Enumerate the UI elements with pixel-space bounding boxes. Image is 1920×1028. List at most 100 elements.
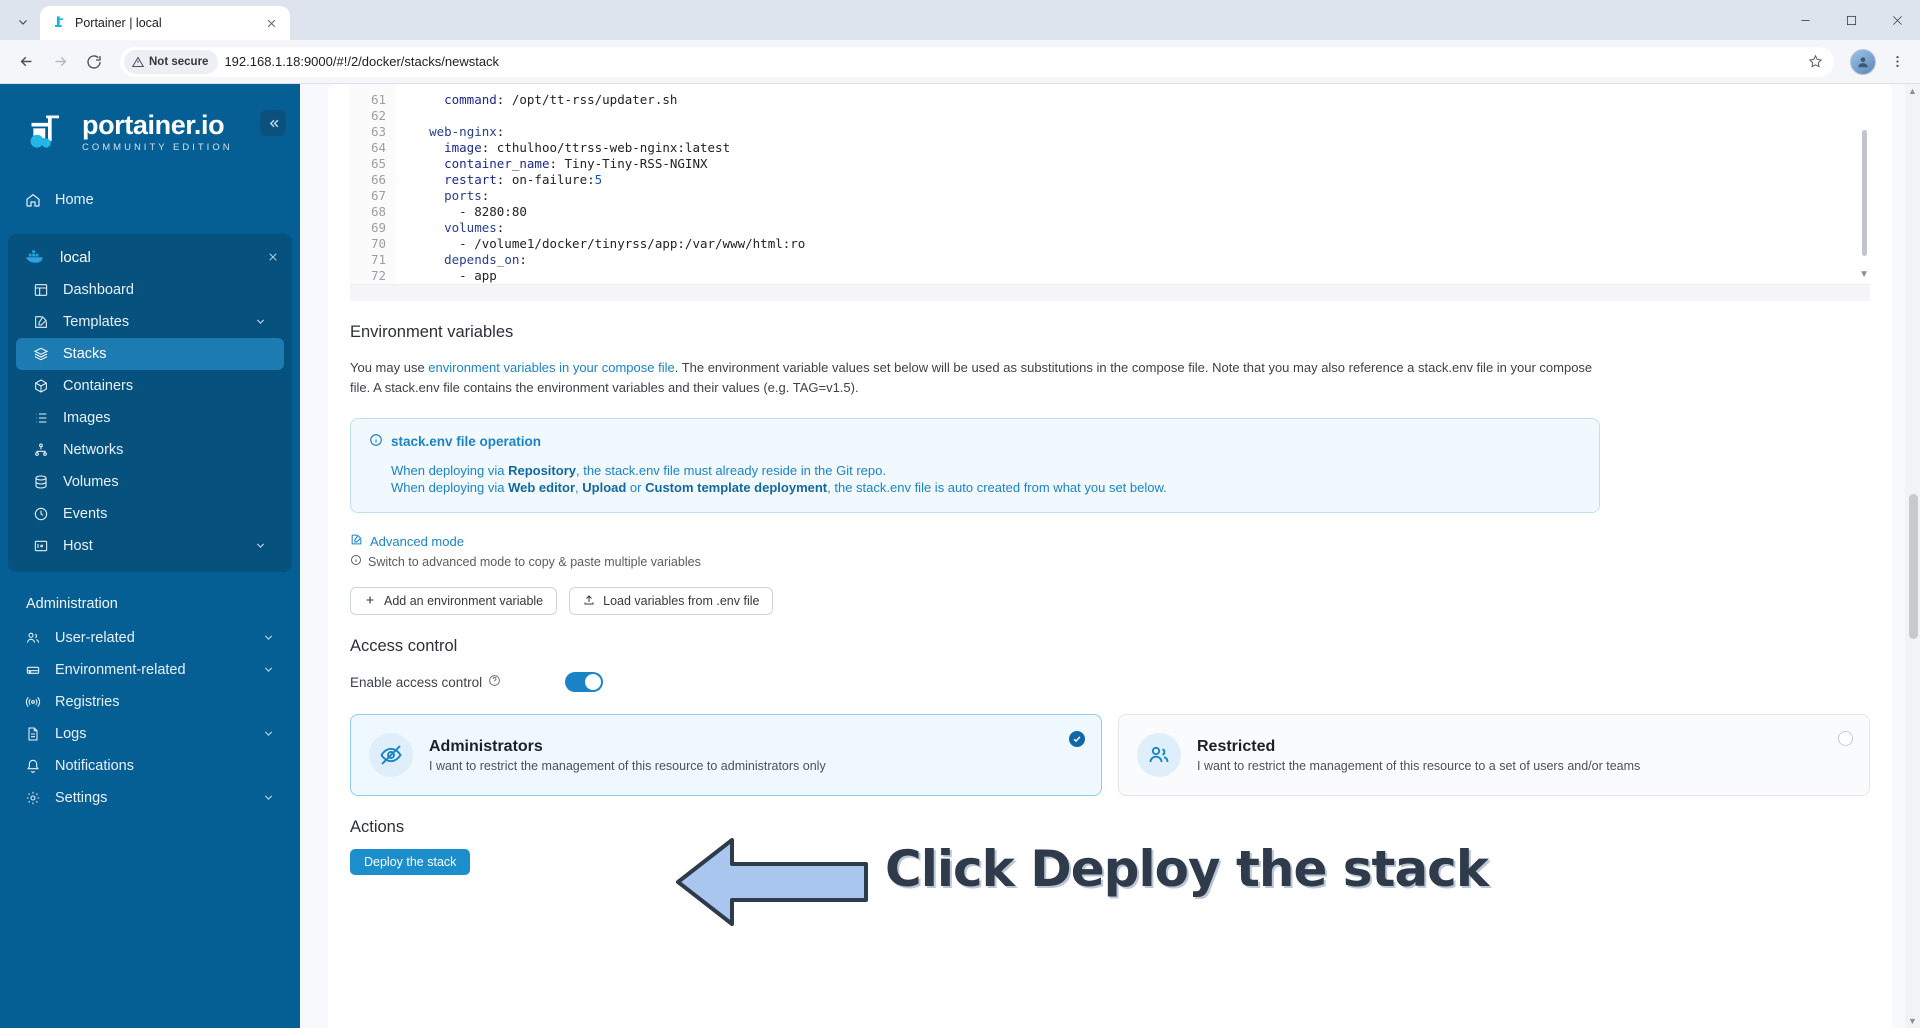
page-scrollbar[interactable]: ▲ ▼ [1905,84,1920,1028]
restricted-text: Restricted I want to restrict the manage… [1197,738,1640,773]
infobox-line-2: When deploying via Web editor, Upload or… [369,479,1581,496]
stack-env-infobox: stack.env file operation When deploying … [350,418,1600,513]
sidebar-item-templates[interactable]: Templates [16,306,284,338]
sidebar-item-home[interactable]: Home [8,184,292,216]
line1-c: , the stack.env file must already reside… [575,463,886,478]
kebab-menu-icon[interactable] [1884,47,1910,77]
edit-square-icon [350,533,363,549]
sidebar-item-volumes[interactable]: Volumes [16,466,284,498]
docker-whale-icon [24,248,46,266]
editor-footer-strip [350,285,1870,301]
chevron-down-icon[interactable] [262,791,276,805]
tab-search-chevron-icon[interactable] [6,7,40,37]
tab-close-icon[interactable] [262,14,280,32]
radio-empty-icon[interactable] [1838,731,1853,746]
check-circle-icon[interactable] [1069,731,1085,747]
compose-env-link[interactable]: environment variables in your compose fi… [428,360,674,375]
sidebar-item-images[interactable]: Images [16,402,284,434]
info-circle-icon [350,554,362,569]
upload-icon [583,594,595,609]
brand-subtitle: COMMUNITY EDITION [82,141,233,153]
browser-tab[interactable]: Portainer | local [40,6,290,40]
sidebar-item-label: Dashboard [63,282,134,298]
sidebar-item-label: Logs [55,726,87,742]
chevron-down-icon[interactable] [262,727,276,741]
brand: portainer.io COMMUNITY EDITION [0,84,300,176]
registries-icon [24,694,41,711]
environment-close-icon[interactable] [264,248,282,266]
access-option-restricted[interactable]: Restricted I want to restrict the manage… [1118,714,1870,796]
sidebar-environment-header[interactable]: local [8,240,292,274]
maximize-icon[interactable] [1828,0,1874,40]
access-option-administrators[interactable]: Administrators I want to restrict the ma… [350,714,1102,796]
profile-avatar[interactable] [1850,48,1876,75]
compose-editor[interactable]: 61 62 63 64 65 66 67 68 69 70 71 72 command: /opt/t… [350,84,1870,285]
sidebar-collapse-icon[interactable] [260,110,286,136]
brand-name: portainer.io [82,109,225,140]
window-controls [1782,0,1920,40]
images-icon [32,410,49,427]
sidebar-item-logs[interactable]: Logs [8,718,292,750]
advanced-mode-link[interactable]: Advanced mode [350,533,1870,549]
infobox-line-1: When deploying via Repository, the stack… [369,462,1581,479]
scroll-down-icon[interactable]: ▼ [1907,1016,1918,1026]
sidebar-item-containers[interactable]: Containers [16,370,284,402]
sidebar-item-networks[interactable]: Networks [16,434,284,466]
networks-icon [32,442,49,459]
sidebar-item-label: Images [63,410,111,426]
administrators-desc: I want to restrict the management of thi… [429,758,826,773]
back-arrow-icon[interactable] [10,46,42,78]
load-env-label: Load variables from .env file [603,594,760,608]
browser-toolbar: Not secure 192.168.1.18:9000/#!/2/docker… [0,40,1920,84]
toggle-text: Enable access control [350,674,483,690]
access-control-toggle-label: Enable access control [350,674,565,690]
forward-arrow-icon[interactable] [44,46,76,78]
sidebar-item-user-related[interactable]: User-related [8,622,292,654]
add-environment-variable-button[interactable]: Add an environment variable [350,587,558,615]
deploy-the-stack-button[interactable]: Deploy the stack [350,849,471,875]
sidebar-item-dashboard[interactable]: Dashboard [16,274,284,306]
page-viewport: portainer.io COMMUNITY EDITION Home loca… [0,84,1920,1028]
address-bar[interactable]: Not secure 192.168.1.18:9000/#!/2/docker… [120,46,1834,77]
sidebar-item-settings[interactable]: Settings [8,782,292,814]
chevron-down-icon[interactable] [262,663,276,677]
portainer-favicon-icon [50,15,67,32]
star-icon[interactable] [1802,49,1828,75]
environment-icon [24,662,41,679]
code-editor[interactable]: 61 62 63 64 65 66 67 68 69 70 71 72 command: /opt/t… [350,84,1870,284]
administrators-text: Administrators I want to restrict the ma… [429,738,826,773]
load-env-file-button[interactable]: Load variables from .env file [569,587,774,615]
security-status[interactable]: Not secure [124,49,219,74]
editor-scrollbar-thumb[interactable] [1862,130,1867,256]
sidebar-item-events[interactable]: Events [16,498,284,530]
reload-icon[interactable] [78,46,110,78]
editor-scroll-down-icon[interactable]: ▼ [1859,269,1869,280]
page-scrollbar-thumb[interactable] [1909,494,1918,639]
events-clock-icon [32,506,49,523]
chevron-down-icon[interactable] [254,315,268,329]
infobox-title: stack.env file operation [391,434,542,449]
sidebar-item-stacks[interactable]: Stacks [16,338,284,370]
env-buttons-row: Add an environment variable Load variabl… [350,587,1870,615]
editor-code[interactable]: command: /opt/tt-rss/updater.sh web-ngin… [396,84,1870,284]
sidebar-item-registries[interactable]: Registries [8,686,292,718]
enable-access-control-toggle[interactable] [565,672,603,692]
chevron-down-icon[interactable] [254,539,268,553]
stacks-icon [32,346,49,363]
templates-icon [32,314,49,331]
brand-text: portainer.io COMMUNITY EDITION [82,109,233,153]
sidebar-admin-items: User-related Environment-related Registrie… [0,622,300,814]
advanced-mode-hint-label: Switch to advanced mode to copy & paste … [368,554,701,569]
sidebar-item-label: Notifications [55,758,134,774]
sidebar-item-label: User-related [55,630,135,646]
scroll-up-icon[interactable]: ▲ [1907,86,1918,96]
sidebar-item-host[interactable]: Host [16,530,284,562]
window-close-icon[interactable] [1874,0,1920,40]
chevron-down-icon[interactable] [262,631,276,645]
logs-document-icon [24,726,41,743]
sidebar-item-notifications[interactable]: Notifications [8,750,292,782]
sidebar-item-environment-related[interactable]: Environment-related [8,654,292,686]
question-circle-icon[interactable] [488,674,501,690]
minimize-icon[interactable] [1782,0,1828,40]
restricted-desc: I want to restrict the management of thi… [1197,758,1641,773]
